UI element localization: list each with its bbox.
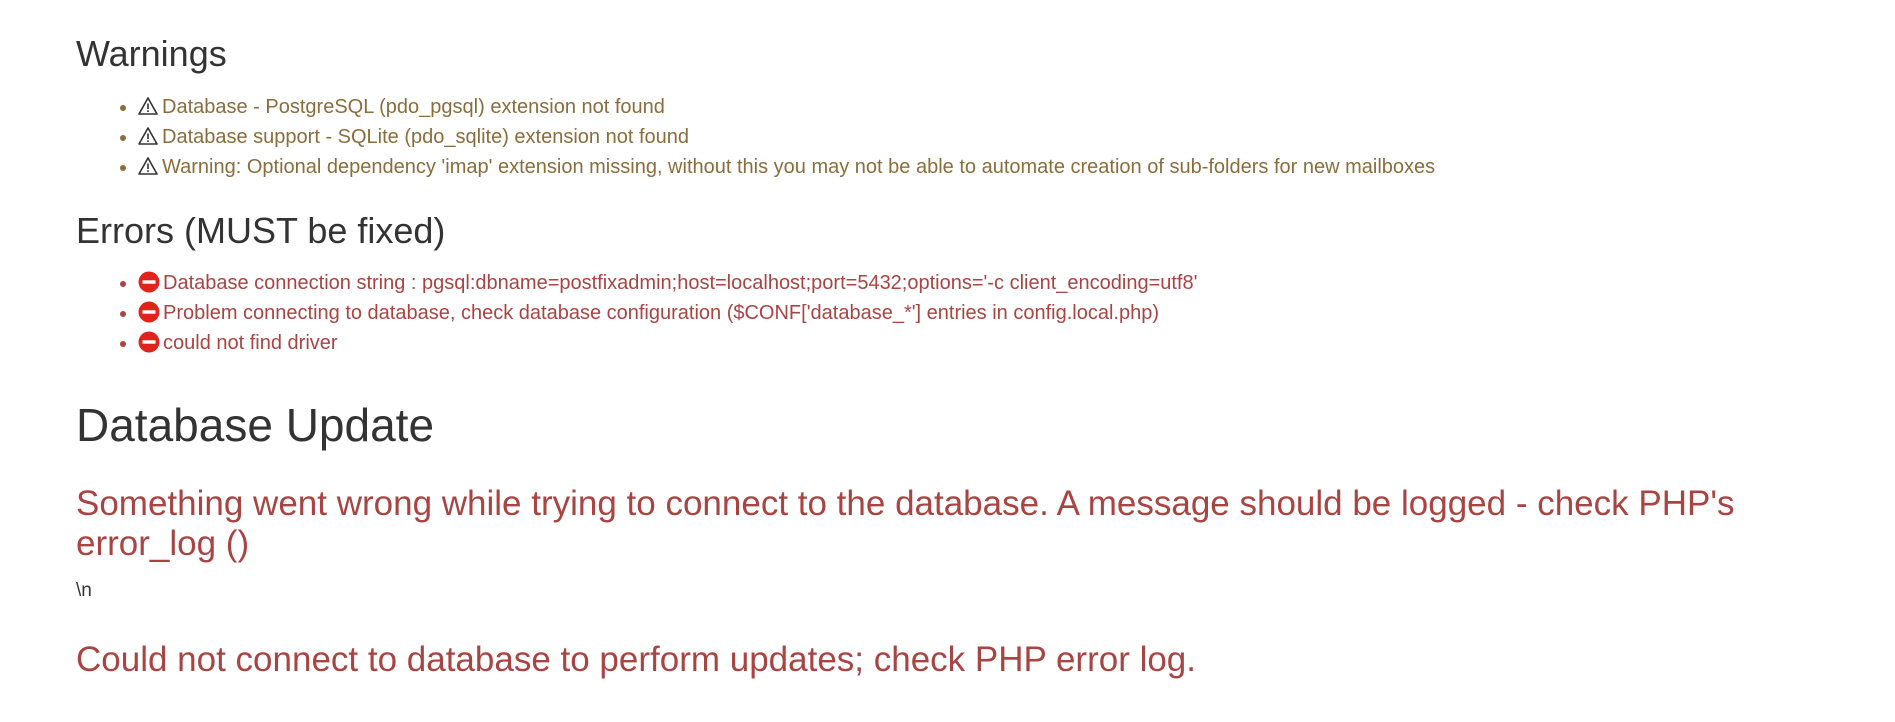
error-text: Problem connecting to database, check da…	[163, 302, 1160, 324]
warning-triangle-icon	[138, 127, 158, 145]
no-entry-icon	[138, 271, 160, 293]
error-item: Problem connecting to database, check da…	[138, 298, 1197, 328]
no-entry-icon	[138, 331, 160, 353]
error-text: could not find driver	[163, 332, 338, 354]
warning-item: Warning: Optional dependency 'imap' exte…	[138, 152, 1435, 182]
warning-text: Database - PostgreSQL (pdo_pgsql) extens…	[162, 96, 665, 118]
warning-item: Database support - SQLite (pdo_sqlite) e…	[138, 122, 1435, 152]
warnings-list: Database - PostgreSQL (pdo_pgsql) extens…	[76, 92, 1435, 182]
warnings-heading: Warnings	[76, 33, 227, 74]
update-error-message: Could not connect to database to perform…	[76, 640, 1196, 679]
error-text: Database connection string : pgsql:dbnam…	[163, 272, 1198, 294]
errors-heading: Errors (MUST be fixed)	[76, 210, 446, 251]
no-entry-icon	[138, 301, 160, 323]
newline-text: \n	[76, 580, 92, 601]
errors-list: Database connection string : pgsql:dbnam…	[76, 268, 1197, 358]
warning-item: Database - PostgreSQL (pdo_pgsql) extens…	[138, 92, 1435, 122]
error-item: Database connection string : pgsql:dbnam…	[138, 268, 1197, 298]
connection-error-message: Something went wrong while trying to con…	[76, 484, 1735, 563]
warning-text: Warning: Optional dependency 'imap' exte…	[162, 156, 1436, 178]
warning-text: Database support - SQLite (pdo_sqlite) e…	[162, 126, 689, 148]
warning-triangle-icon	[138, 97, 158, 115]
error-item: could not find driver	[138, 328, 1197, 358]
warning-triangle-icon	[138, 157, 158, 175]
database-update-title: Database Update	[76, 399, 435, 451]
